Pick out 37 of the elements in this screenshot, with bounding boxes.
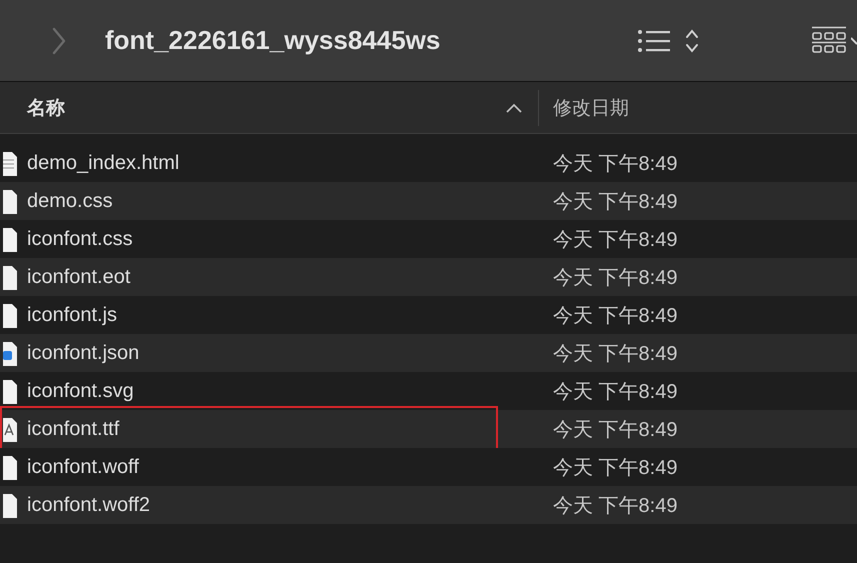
file-icon	[3, 188, 17, 214]
modified-date: 今天 下午8:49	[553, 342, 678, 366]
modified-date: 今天 下午8:49	[553, 418, 678, 442]
sort-caret-icon	[506, 102, 522, 112]
file-icon	[3, 150, 17, 176]
file-name[interactable]: iconfont.json	[27, 342, 140, 364]
modified-date: 今天 下午8:49	[553, 152, 678, 176]
file-icon	[3, 378, 17, 404]
modified-date: 今天 下午8:49	[553, 228, 678, 252]
file-name[interactable]: iconfont.woff	[27, 456, 139, 478]
file-name[interactable]: demo.css	[27, 190, 113, 212]
column-header[interactable]: 修改日期	[553, 94, 629, 120]
modified-date: 今天 下午8:49	[553, 266, 678, 290]
file-icon	[3, 492, 17, 518]
file-name[interactable]: iconfont.css	[27, 228, 133, 250]
column-header[interactable]: 名称	[27, 94, 65, 120]
file-icon	[3, 454, 17, 480]
modified-date: 今天 下午8:49	[553, 494, 678, 518]
modified-date: 今天 下午8:49	[553, 190, 678, 214]
file-name[interactable]: iconfont.woff2	[27, 494, 150, 516]
window-title: font_2226161_wyss8445ws	[105, 25, 440, 56]
file-name[interactable]: iconfont.js	[27, 304, 118, 326]
sort-toggle-button[interactable]	[685, 26, 699, 54]
file-icon	[3, 416, 17, 442]
file-name[interactable]: iconfont.eot	[27, 266, 130, 288]
grid-view-button[interactable]	[811, 26, 847, 56]
file-name[interactable]: demo_index.html	[27, 152, 180, 174]
modified-date: 今天 下午8:49	[553, 456, 678, 480]
file-icon	[3, 340, 17, 366]
modified-date: 今天 下午8:49	[553, 304, 678, 328]
list-view-button[interactable]	[637, 28, 671, 52]
file-name[interactable]: iconfont.ttf	[27, 418, 120, 440]
modified-date: 今天 下午8:49	[553, 380, 678, 404]
file-name[interactable]: iconfont.svg	[27, 380, 134, 402]
file-icon	[3, 264, 17, 290]
file-icon	[3, 302, 17, 328]
file-icon	[3, 226, 17, 252]
